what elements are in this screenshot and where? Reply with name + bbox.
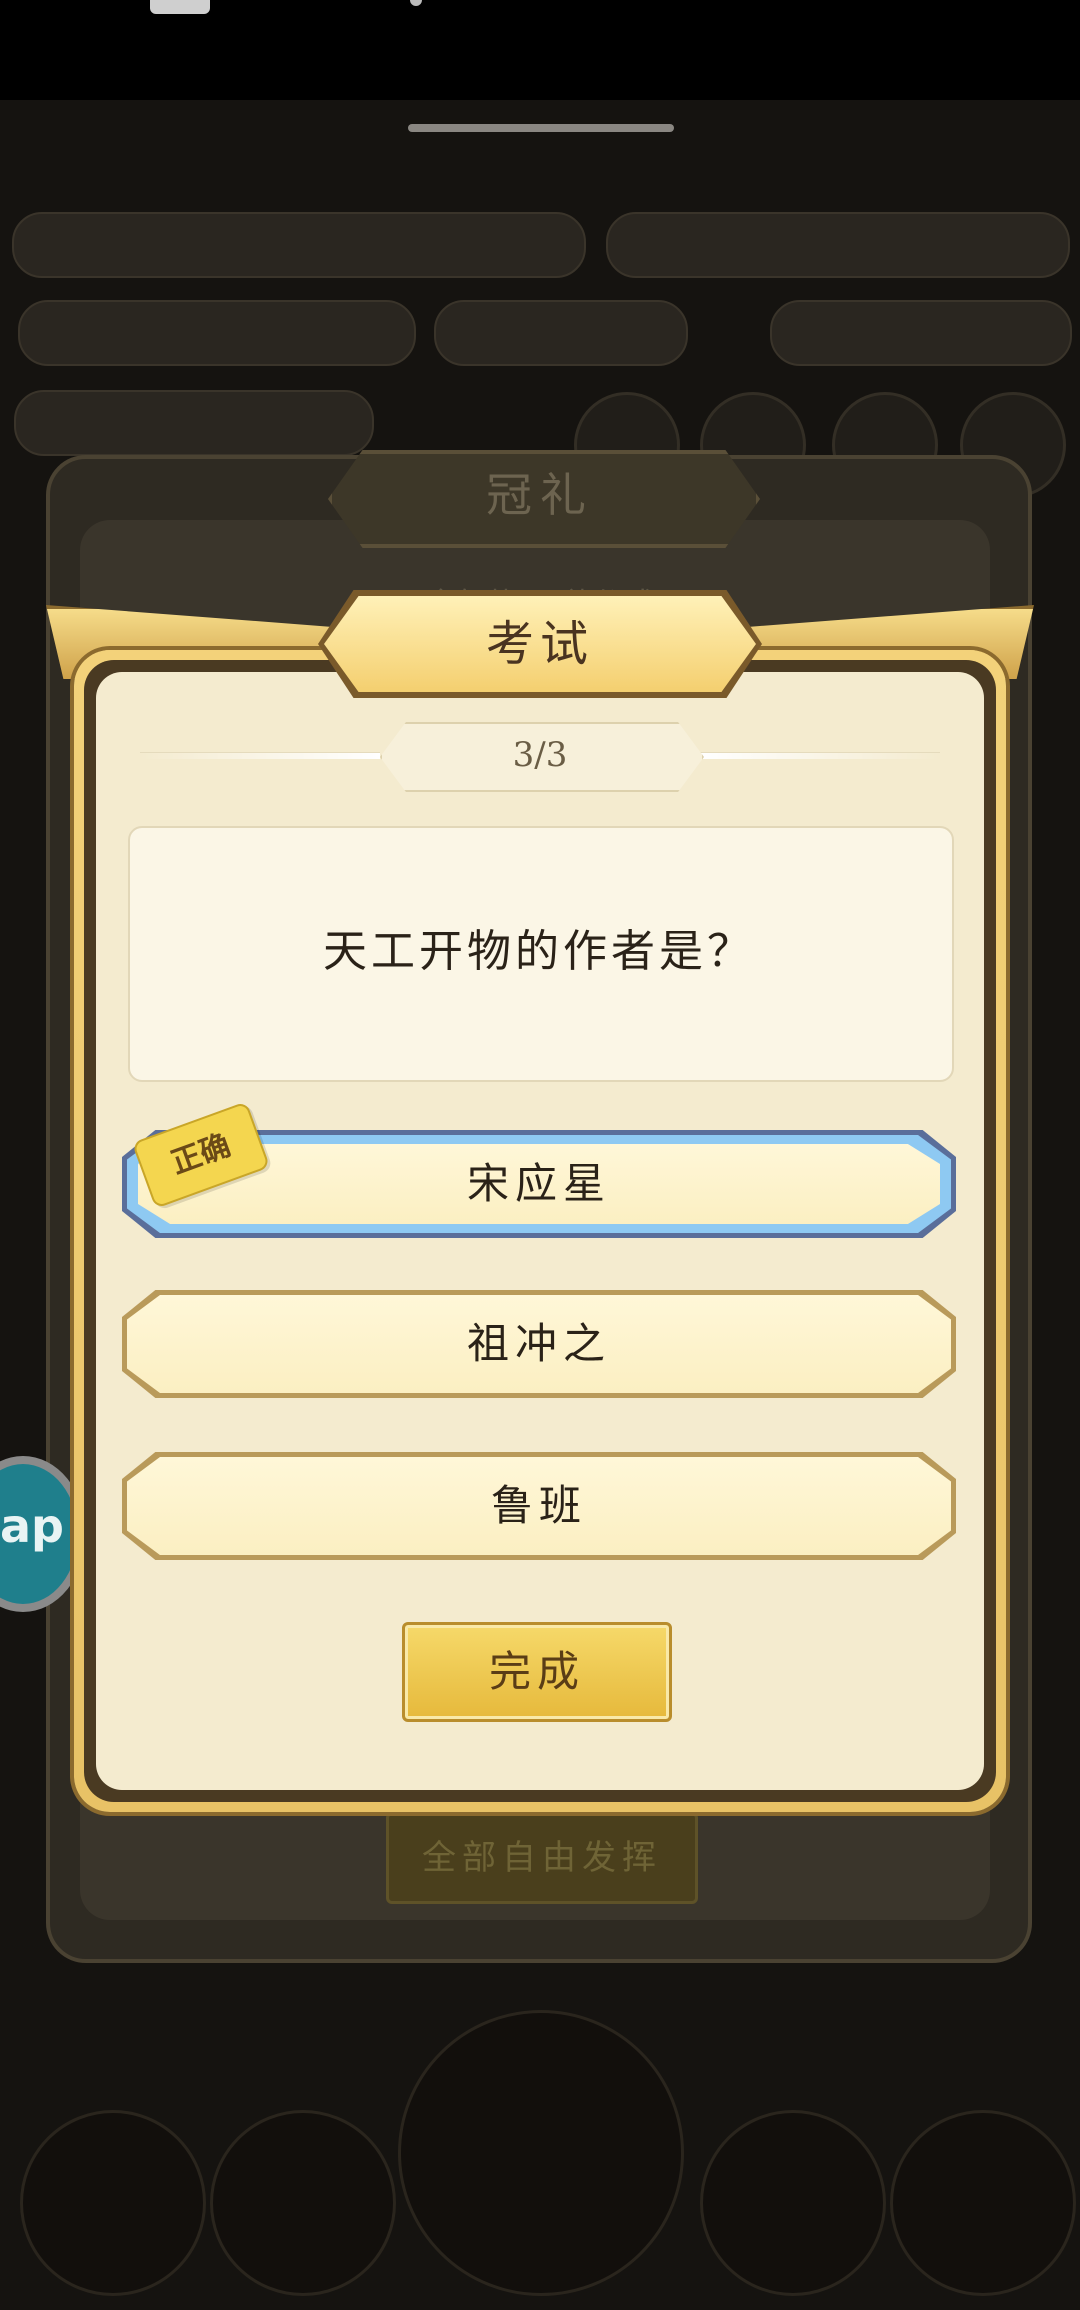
- progress-ornament-right: [700, 752, 940, 759]
- question-progress: 3/3: [512, 735, 568, 775]
- status-icon: [150, 0, 210, 14]
- floating-app-badge-label: ap: [0, 1499, 64, 1553]
- bg-info-bar: [606, 212, 1070, 278]
- bg-info-bar: [770, 300, 1072, 366]
- bg-nav-icon: [210, 2110, 396, 2296]
- bg-info-bar: [14, 390, 374, 456]
- answer-option-2[interactable]: 祖冲之: [122, 1290, 956, 1398]
- bg-info-bar: [18, 300, 416, 366]
- option-label: 鲁班: [490, 1481, 587, 1530]
- bg-panel-title: 冠礼: [486, 468, 594, 522]
- progress-ornament-left: [140, 752, 380, 759]
- option-label: 祖冲之: [466, 1319, 611, 1368]
- bg-free-play-button: 全部自由发挥: [386, 1812, 698, 1904]
- bg-info-bar: [434, 300, 688, 366]
- bg-nav-icon: [890, 2110, 1076, 2296]
- bg-nav-icon: [700, 2110, 886, 2296]
- bg-nav-icon: [20, 2110, 206, 2296]
- question-text: 天工开物的作者是？: [323, 926, 755, 977]
- bg-info-bar: [12, 212, 586, 278]
- status-dot-icon: [410, 0, 422, 6]
- modal-title: 考试: [485, 616, 594, 672]
- sheet-handle: [408, 124, 674, 132]
- answer-option-3[interactable]: 鲁班: [122, 1452, 956, 1560]
- done-button-label: 完成: [488, 1647, 585, 1696]
- bg-nav-icon: [398, 2010, 684, 2296]
- done-button[interactable]: 完成: [402, 1622, 672, 1722]
- status-bar: [0, 0, 1080, 100]
